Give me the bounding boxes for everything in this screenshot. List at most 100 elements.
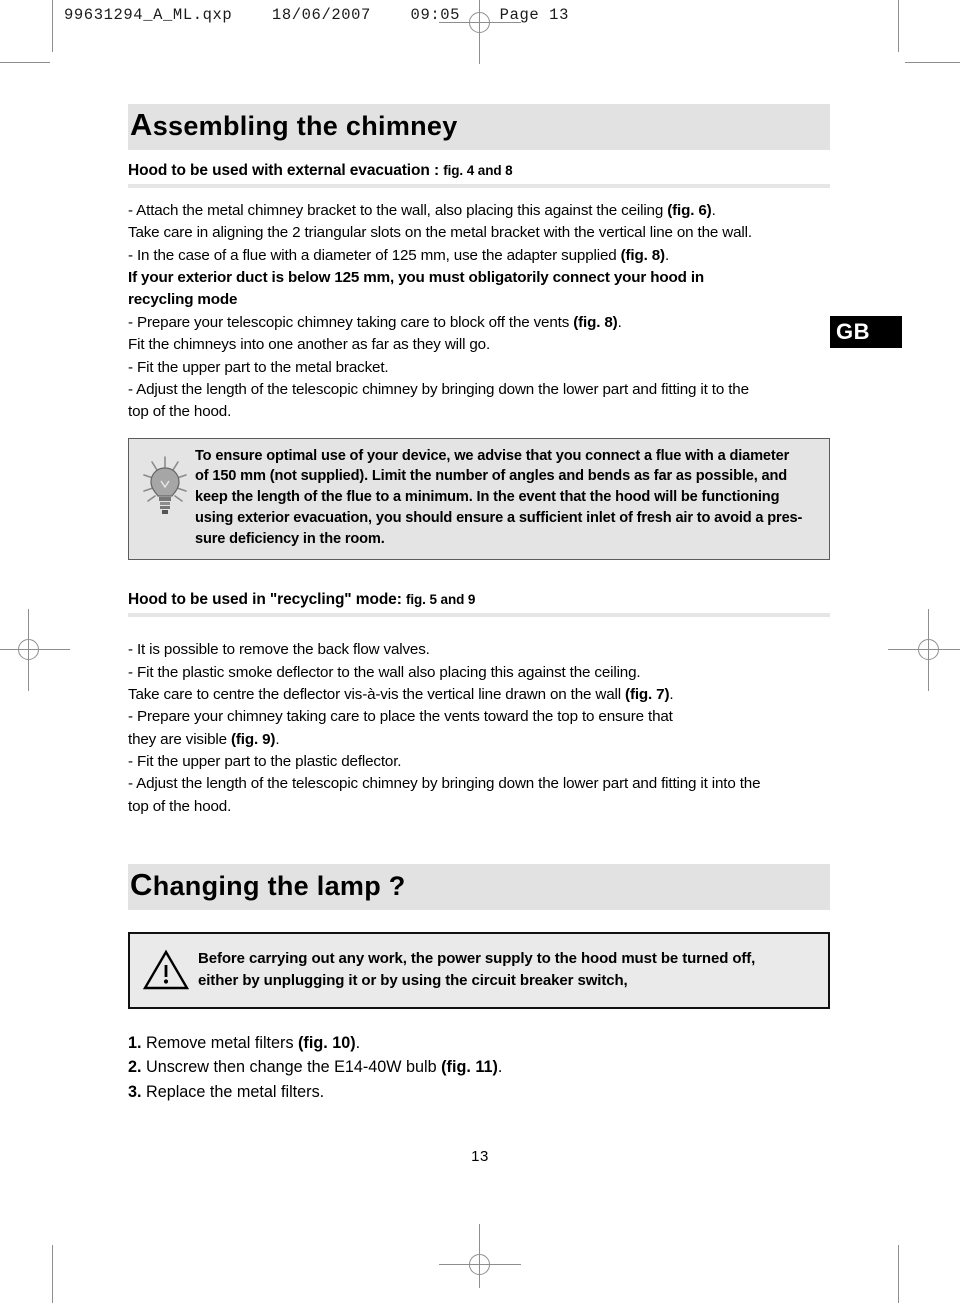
text-line: - In the case of a flue with a diameter … bbox=[128, 245, 830, 267]
lightbulb-icon bbox=[139, 451, 191, 525]
crop-mark-top-left-horizontal bbox=[0, 62, 50, 63]
line-text: - It is possible to remove the back flow… bbox=[128, 641, 430, 659]
text-line: - Prepare your chimney taking care to pl… bbox=[128, 706, 830, 728]
step-number: 1. bbox=[128, 1033, 142, 1052]
section-title-initial: A bbox=[130, 107, 153, 142]
text-line: - Adjust the length of the telescopic ch… bbox=[128, 773, 830, 795]
line-tail: . bbox=[669, 685, 674, 703]
frame-line-right bbox=[898, 0, 899, 52]
step-tail: . bbox=[355, 1033, 361, 1052]
text-line: Fit the chimneys into one another as far… bbox=[128, 334, 830, 356]
line-text: - Fit the upper part to the metal bracke… bbox=[128, 358, 389, 376]
line-text: - Fit the upper part to the plastic defl… bbox=[128, 752, 402, 770]
step-number: 3. bbox=[128, 1082, 142, 1101]
section-title-text: hanging the lamp ? bbox=[152, 870, 406, 901]
printer-slug: 99631294_A_ML.qxp 18/06/2007 09:05 Page … bbox=[64, 6, 569, 24]
frame-line-left-lower bbox=[52, 1245, 53, 1303]
line-text: - In the case of a flue with a diameter … bbox=[128, 246, 621, 264]
line-text: - Attach the metal chimney bracket to th… bbox=[128, 202, 668, 220]
list-item: 3. Replace the metal filters. bbox=[128, 1080, 830, 1105]
subheading-recycling-mode: Hood to be used in "recycling" mode: fig… bbox=[128, 590, 830, 618]
paragraph-recycling-mode: - It is possible to remove the back flow… bbox=[128, 639, 830, 818]
text-line: - Fit the upper part to the plastic defl… bbox=[128, 751, 830, 773]
figure-ref: (fig. 10) bbox=[298, 1033, 356, 1052]
bold-justified-line: If your exterior duct is below 125 mm, y… bbox=[128, 269, 705, 287]
paragraph-recycling-warning: If your exterior duct is below 125 mm, y… bbox=[128, 267, 830, 312]
text-line: - Prepare your telescopic chimney taking… bbox=[128, 312, 830, 334]
line-text: - Prepare your telescopic chimney taking… bbox=[128, 313, 574, 331]
lamp-change-steps-list: 1. Remove metal filters (fig. 10). 2. Un… bbox=[128, 1031, 830, 1105]
step-text: Replace the metal filters. bbox=[141, 1082, 325, 1101]
registration-mark-left bbox=[0, 609, 70, 691]
section-title-changing-the-lamp: Changing the lamp ? bbox=[128, 863, 830, 910]
text-line: top of the hood. bbox=[128, 796, 830, 818]
line-text: - Fit the plastic smoke deflector to the… bbox=[128, 663, 641, 681]
text-line: they are visible (fig. 9). bbox=[128, 729, 830, 751]
warning-callout-box: Before carrying out any work, the power … bbox=[128, 931, 830, 1009]
figure-ref: (fig. 7) bbox=[625, 685, 670, 703]
paragraph-external-evacuation-part2: - Prepare your telescopic chimney taking… bbox=[128, 312, 830, 424]
figure-ref: (fig. 8) bbox=[573, 313, 618, 331]
figure-ref: (fig. 9) bbox=[230, 730, 276, 748]
line-text: Take care to centre the deflector vis-à-… bbox=[128, 685, 626, 703]
figure-ref: (fig. 11) bbox=[441, 1058, 498, 1077]
text-line: Take care to centre the deflector vis-à-… bbox=[128, 684, 830, 706]
list-item: 2. Unscrew then change the E14-40W bulb … bbox=[128, 1055, 830, 1080]
language-tab-gb: GB bbox=[830, 316, 902, 348]
line-tail: . bbox=[275, 730, 280, 748]
paragraph-external-evacuation-part1: - Attach the metal chimney bracket to th… bbox=[128, 200, 830, 267]
subheading-main-text: Hood to be used with external evacuation… bbox=[128, 161, 444, 179]
line-tail: . bbox=[711, 202, 716, 220]
registration-mark-bottom bbox=[439, 1224, 521, 1288]
line-text: top of the hood. bbox=[128, 797, 232, 815]
subheading-figure-ref: fig. 4 and 8 bbox=[443, 162, 513, 178]
tip-line: of 150 mm (not supplied). Limit the numb… bbox=[195, 468, 788, 485]
document-page: 99631294_A_ML.qxp 18/06/2007 09:05 Page … bbox=[0, 0, 960, 1303]
step-text: Remove metal filters bbox=[141, 1033, 299, 1052]
frame-line-left bbox=[52, 0, 53, 40]
line-tail: . bbox=[664, 246, 670, 264]
text-line: - Adjust the length of the telescopic ch… bbox=[128, 379, 830, 401]
line-text: - Adjust the length of the telescopic ch… bbox=[128, 380, 749, 398]
text-line: - Fit the upper part to the metal bracke… bbox=[128, 357, 830, 379]
section-title-initial: C bbox=[130, 866, 153, 902]
text-line: Take care in aligning the 2 triangular s… bbox=[128, 222, 830, 244]
step-text: Unscrew then change the E14-40W bulb bbox=[141, 1058, 442, 1077]
line-text: top of the hood. bbox=[128, 403, 232, 421]
registration-mark-right bbox=[888, 609, 960, 691]
subheading-main-text: Hood to be used in "recycling" mode: bbox=[128, 590, 406, 608]
list-item: 1. Remove metal filters (fig. 10). bbox=[128, 1031, 830, 1056]
tip-line: using exterior evacuation, you should en… bbox=[195, 510, 803, 527]
document-content: Assembling the chimney Hood to be used w… bbox=[128, 104, 830, 1105]
line-text: Fit the chimneys into one another as far… bbox=[128, 336, 491, 354]
section-title-text: ssembling the chimney bbox=[152, 111, 458, 141]
crop-mark-top-right-horizontal bbox=[905, 62, 960, 63]
step-number: 2. bbox=[128, 1058, 142, 1077]
text-line: - It is possible to remove the back flow… bbox=[128, 639, 830, 661]
figure-ref: (fig. 6) bbox=[667, 202, 712, 220]
step-tail: . bbox=[497, 1058, 503, 1077]
warning-text-block: Before carrying out any work, the power … bbox=[198, 948, 818, 993]
tip-text-block: To ensure optimal use of your device, we… bbox=[195, 446, 819, 550]
tip-line: To ensure optimal use of your device, we… bbox=[195, 447, 790, 464]
figure-ref: (fig. 8) bbox=[620, 246, 666, 264]
bold-justified-line-last: recycling mode bbox=[128, 291, 238, 309]
text-line: - Fit the plastic smoke deflector to the… bbox=[128, 662, 830, 684]
line-text: Take care in aligning the 2 triangular s… bbox=[128, 224, 752, 242]
subheading-figure-ref: fig. 5 and 9 bbox=[405, 591, 476, 607]
text-line: top of the hood. bbox=[128, 401, 830, 423]
warning-triangle-icon bbox=[142, 949, 190, 991]
page-number: 13 bbox=[471, 1148, 489, 1165]
tip-line: keep the length of the flue to a minimum… bbox=[195, 489, 780, 506]
warning-line: either by unplugging it or by using the … bbox=[198, 972, 628, 990]
line-text: - Prepare your chimney taking care to pl… bbox=[128, 708, 673, 726]
line-text: they are visible bbox=[128, 730, 231, 748]
text-line: - Attach the metal chimney bracket to th… bbox=[128, 200, 830, 222]
subheading-external-evacuation: Hood to be used with external evacuation… bbox=[128, 161, 830, 189]
tip-line: sure deficiency in the room. bbox=[195, 530, 385, 547]
line-text: - Adjust the length of the telescopic ch… bbox=[128, 775, 761, 793]
line-tail: . bbox=[617, 313, 622, 331]
warning-line: Before carrying out any work, the power … bbox=[198, 949, 756, 967]
section-title-assembling-the-chimney: Assembling the chimney bbox=[128, 104, 830, 150]
frame-line-right-lower bbox=[898, 1245, 899, 1303]
